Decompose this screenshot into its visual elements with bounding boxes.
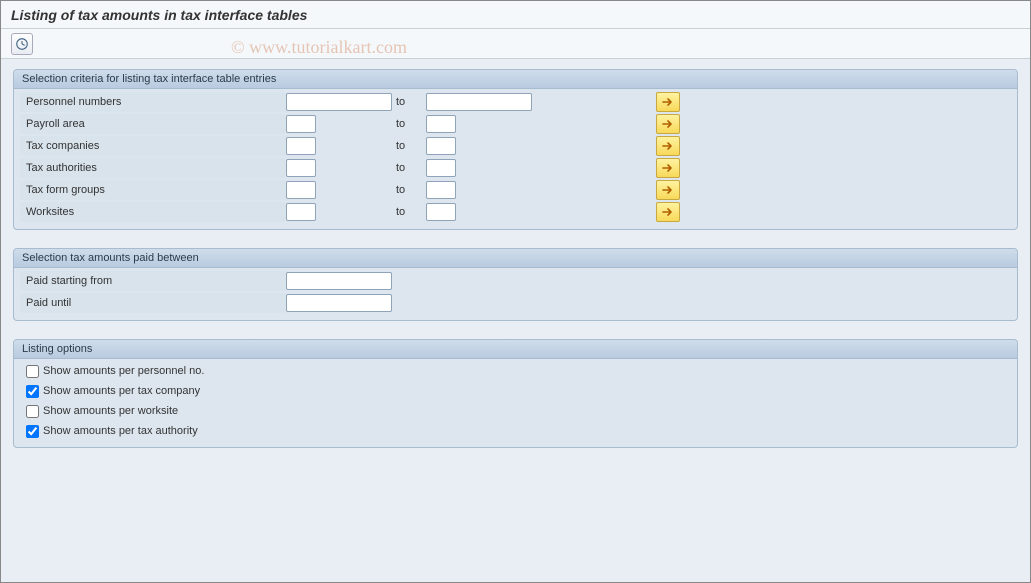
arrow-right-icon [662,207,674,217]
show-amounts-per-tax-authority-checkbox[interactable] [26,425,39,438]
tax-form-groups-from-input[interactable] [286,181,316,199]
paid-starting-from-input[interactable] [286,272,392,290]
checkbox-row: Show amounts per tax authority [20,421,1011,441]
show-amounts-per-worksite-checkbox[interactable] [26,405,39,418]
field-label: Paid until [20,293,286,313]
field-label: Payroll area [20,114,286,134]
show-amounts-per-tax-company-checkbox[interactable] [26,385,39,398]
row-paid-starting-from: Paid starting from [20,270,1011,292]
group-listing-options: Listing options Show amounts per personn… [13,339,1018,448]
group-body: Paid starting from Paid until [14,268,1017,320]
multiple-selection-button[interactable] [656,158,680,178]
page-title: Listing of tax amounts in tax interface … [11,7,307,23]
checkbox-label: Show amounts per tax company [43,385,200,397]
worksites-from-input[interactable] [286,203,316,221]
multiple-selection-button[interactable] [656,92,680,112]
row-tax-form-groups: Tax form groups to [20,179,1011,201]
execute-button[interactable] [11,33,33,55]
tax-companies-from-input[interactable] [286,137,316,155]
row-paid-until: Paid until [20,292,1011,314]
worksites-to-input[interactable] [426,203,456,221]
clock-execute-icon [15,37,29,51]
field-label: Worksites [20,202,286,222]
group-title: Selection tax amounts paid between [14,249,1017,268]
payroll-area-from-input[interactable] [286,115,316,133]
field-label: Tax companies [20,136,286,156]
personnel-numbers-to-input[interactable] [426,93,532,111]
to-label: to [396,96,426,108]
arrow-right-icon [662,119,674,129]
tax-authorities-from-input[interactable] [286,159,316,177]
field-label: Personnel numbers [20,92,286,112]
multiple-selection-button[interactable] [656,136,680,156]
checkbox-label: Show amounts per tax authority [43,425,198,437]
row-personnel-numbers: Personnel numbers to [20,91,1011,113]
group-paid-between: Selection tax amounts paid between Paid … [13,248,1018,321]
toolbar [1,29,1030,59]
payroll-area-to-input[interactable] [426,115,456,133]
group-title: Listing options [14,340,1017,359]
group-selection-criteria: Selection criteria for listing tax inter… [13,69,1018,230]
multiple-selection-button[interactable] [656,114,680,134]
group-body: Personnel numbers to Payroll area to [14,89,1017,229]
group-body: Show amounts per personnel no. Show amou… [14,359,1017,447]
to-label: to [396,140,426,152]
row-worksites: Worksites to [20,201,1011,223]
field-label: Tax authorities [20,158,286,178]
personnel-numbers-from-input[interactable] [286,93,392,111]
checkbox-row: Show amounts per worksite [20,401,1011,421]
to-label: to [396,118,426,130]
arrow-right-icon [662,141,674,151]
checkbox-row: Show amounts per personnel no. [20,361,1011,381]
arrow-right-icon [662,163,674,173]
to-label: to [396,184,426,196]
paid-until-input[interactable] [286,294,392,312]
field-label: Tax form groups [20,180,286,200]
checkbox-row: Show amounts per tax company [20,381,1011,401]
checkbox-label: Show amounts per personnel no. [43,365,204,377]
field-label: Paid starting from [20,271,286,291]
to-label: to [396,206,426,218]
to-label: to [396,162,426,174]
show-amounts-per-personnel-checkbox[interactable] [26,365,39,378]
group-title: Selection criteria for listing tax inter… [14,70,1017,89]
content-area: Selection criteria for listing tax inter… [1,59,1030,476]
title-bar: Listing of tax amounts in tax interface … [1,1,1030,29]
row-tax-companies: Tax companies to [20,135,1011,157]
tax-companies-to-input[interactable] [426,137,456,155]
multiple-selection-button[interactable] [656,202,680,222]
row-payroll-area: Payroll area to [20,113,1011,135]
row-tax-authorities: Tax authorities to [20,157,1011,179]
tax-authorities-to-input[interactable] [426,159,456,177]
arrow-right-icon [662,185,674,195]
multiple-selection-button[interactable] [656,180,680,200]
checkbox-label: Show amounts per worksite [43,405,178,417]
tax-form-groups-to-input[interactable] [426,181,456,199]
arrow-right-icon [662,97,674,107]
